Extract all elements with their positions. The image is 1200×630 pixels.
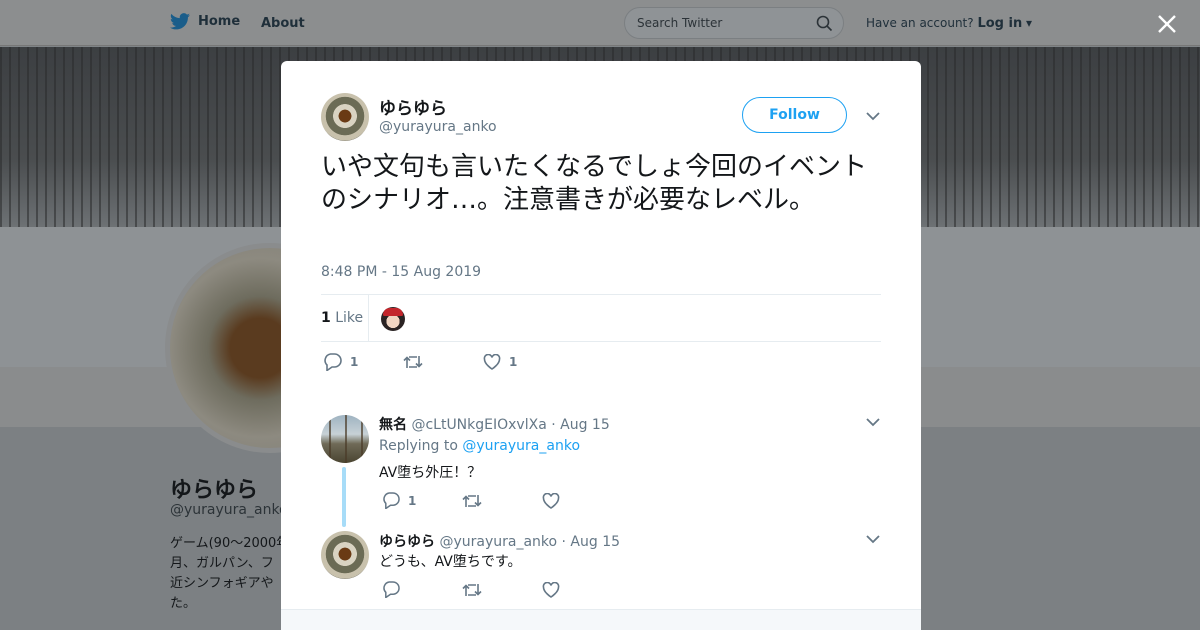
- reply-icon: [383, 581, 400, 598]
- likes-count[interactable]: 1 Like: [321, 310, 363, 326]
- account-area: Have an account? Log in ▾: [866, 16, 1032, 31]
- reply-author-name[interactable]: ゆらゆら: [379, 534, 435, 550]
- likes-number: 1: [321, 310, 331, 326]
- reply-count: 1: [350, 355, 359, 369]
- tweet-text: いや文句も言いたくなるでしょ今回のイベントのシナリオ…。注意書きが必要なレベル。: [321, 152, 868, 215]
- reply-header: ゆらゆら @yurayura_anko · Aug 15: [379, 531, 620, 551]
- reply-action[interactable]: [382, 581, 462, 598]
- profile-bio: ゲーム(90～2000年 月、ガルパン、フ 近シンフォギアや た。: [170, 534, 290, 614]
- likes-summary: 1 Like: [321, 294, 881, 342]
- tweet-timestamp[interactable]: 8:48 PM - 15 Aug 2019: [321, 264, 481, 280]
- caret-down-icon[interactable]: ▾: [1026, 16, 1032, 30]
- like-action[interactable]: 1: [483, 354, 517, 370]
- profile-handle: @yurayura_anko: [170, 502, 288, 518]
- reply-avatar[interactable]: [321, 531, 369, 579]
- reply-text: AV堕ち外圧！？: [379, 465, 482, 481]
- retweet-icon: [462, 583, 482, 596]
- retweet-icon: [462, 494, 482, 507]
- tweet-modal: ゆらゆら @yurayura_anko Follow いや文句も言いたくなるでし…: [281, 61, 921, 630]
- replying-to-link[interactable]: @yurayura_anko: [462, 438, 580, 454]
- reply-date[interactable]: · Aug 15: [551, 417, 610, 433]
- login-link[interactable]: Log in: [977, 16, 1022, 31]
- chevron-down-icon[interactable]: [866, 111, 880, 121]
- reply-icon: [383, 492, 400, 509]
- reply-text: どうも、AV堕ちです。: [379, 554, 522, 570]
- nav-home-label: Home: [198, 14, 241, 29]
- reply-author-handle[interactable]: @cLtUNkgEIOxvlXa: [411, 417, 546, 433]
- top-navigation-bar: Home About Search Twitter Have an accoun…: [0, 0, 1200, 46]
- heart-icon: [542, 581, 560, 598]
- author-handle[interactable]: @yurayura_anko: [379, 119, 497, 135]
- replying-to: Replying to @yurayura_anko: [379, 438, 580, 454]
- search-input[interactable]: Search Twitter: [624, 7, 844, 39]
- like-count: 1: [509, 355, 518, 369]
- liker-avatar[interactable]: [381, 307, 405, 331]
- reply-action[interactable]: 1: [382, 492, 462, 509]
- nav-about-link[interactable]: About: [261, 16, 305, 31]
- bio-line: た。: [170, 596, 197, 611]
- thread-connector: [342, 467, 346, 527]
- likes-label: Like: [335, 310, 364, 326]
- reply-header: 無名 @cLtUNkgEIOxvlXa · Aug 15: [379, 414, 610, 434]
- twitter-bird-icon: [170, 13, 190, 30]
- close-icon[interactable]: [1156, 13, 1178, 35]
- bio-line: 月、ガルパン、フ: [170, 556, 274, 571]
- reply-date[interactable]: · Aug 15: [562, 534, 621, 550]
- follow-button[interactable]: Follow: [742, 97, 847, 133]
- chevron-down-icon[interactable]: [866, 534, 880, 544]
- tweet-actions: 1 1: [323, 353, 517, 371]
- chevron-down-icon[interactable]: [866, 417, 880, 427]
- reply-action[interactable]: 1: [323, 353, 403, 371]
- bio-line: 近シンフォギアや: [170, 576, 274, 591]
- reply-icon: [324, 353, 342, 371]
- author-avatar[interactable]: [321, 93, 369, 141]
- replying-prefix: Replying to: [379, 438, 458, 454]
- reply-author-name[interactable]: 無名: [379, 417, 407, 433]
- retweet-icon: [403, 356, 423, 368]
- modal-footer: [281, 609, 921, 630]
- profile-name: ゆらゆら: [170, 478, 259, 503]
- like-action[interactable]: [542, 492, 560, 509]
- divider: [368, 295, 369, 342]
- search-icon[interactable]: [816, 15, 833, 32]
- reply-actions: [382, 581, 560, 598]
- reply-avatar[interactable]: [321, 415, 369, 463]
- author-name[interactable]: ゆらゆら: [379, 94, 447, 119]
- reply-author-handle[interactable]: @yurayura_anko: [439, 534, 557, 550]
- reply-count: 1: [408, 493, 417, 508]
- reply-actions: 1: [382, 492, 560, 509]
- retweet-action[interactable]: [403, 354, 483, 370]
- nav-home-link[interactable]: Home: [170, 13, 240, 30]
- retweet-action[interactable]: [462, 493, 542, 509]
- heart-icon: [483, 354, 501, 370]
- account-prompt: Have an account?: [866, 16, 974, 30]
- like-action[interactable]: [542, 581, 560, 598]
- search-placeholder: Search Twitter: [637, 16, 723, 30]
- bio-line: ゲーム(90～2000年: [170, 536, 290, 551]
- retweet-action[interactable]: [462, 582, 542, 598]
- heart-icon: [542, 492, 560, 509]
